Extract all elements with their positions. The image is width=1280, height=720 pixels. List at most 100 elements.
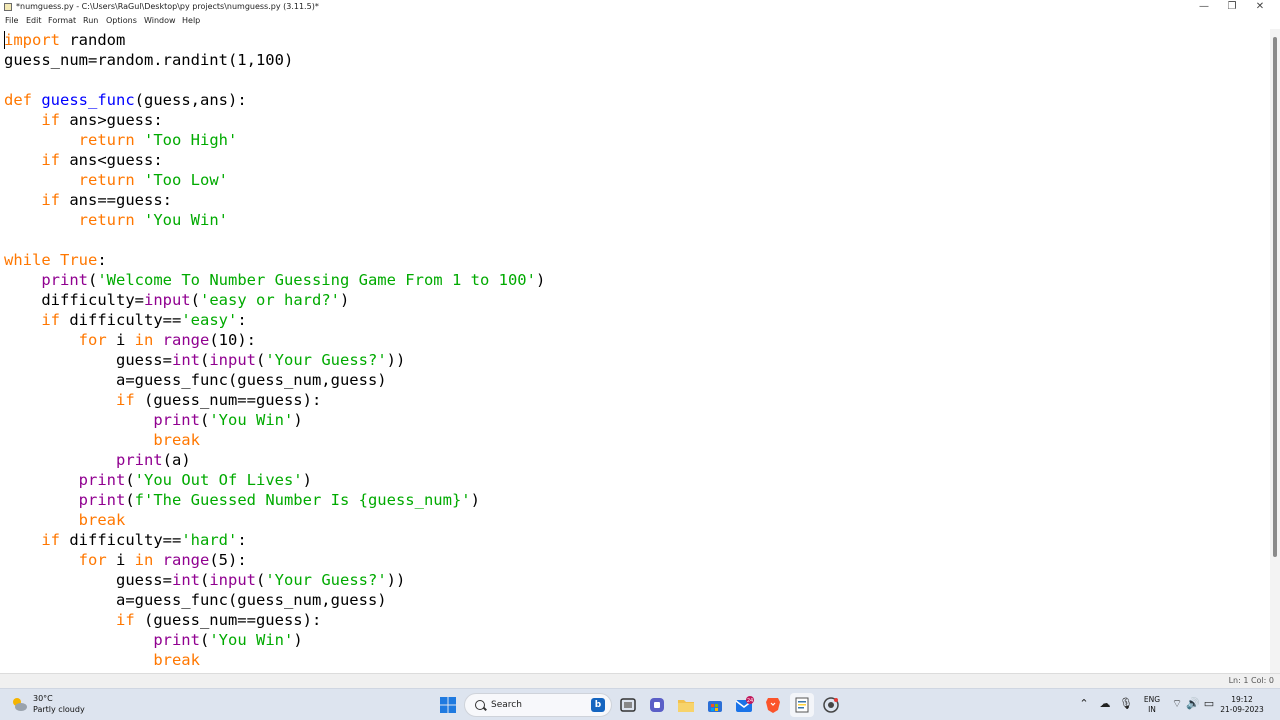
- menu-run[interactable]: Run: [83, 16, 98, 26]
- code-line[interactable]: return 'Too High': [4, 130, 238, 150]
- code-token-plain: (guess,ans):: [134, 91, 247, 109]
- code-line[interactable]: guess_num=random.randint(1,100): [4, 50, 293, 70]
- code-token-string: 'Too Low': [144, 171, 228, 189]
- clock-time[interactable]: 19:12: [1218, 695, 1266, 704]
- code-line[interactable]: return 'You Win': [4, 210, 228, 230]
- code-token-plain: ): [293, 411, 303, 429]
- code-line[interactable]: for i in range(5):: [4, 550, 247, 570]
- partly-cloudy-icon[interactable]: [10, 696, 28, 712]
- task-view-icon[interactable]: [616, 693, 640, 717]
- code-line[interactable]: break: [4, 510, 126, 530]
- mail-icon[interactable]: 24: [732, 693, 756, 717]
- code-token-builtin: print: [153, 411, 200, 429]
- code-line[interactable]: print('You Win'): [4, 410, 303, 430]
- close-button[interactable]: ✕: [1246, 0, 1274, 14]
- code-line[interactable]: if ans>guess:: [4, 110, 162, 130]
- weather-description[interactable]: Partly cloudy: [33, 705, 85, 715]
- store-icon[interactable]: [703, 693, 727, 717]
- code-line[interactable]: guess=int(input('Your Guess?')): [4, 350, 405, 370]
- code-line[interactable]: print(a): [4, 450, 191, 470]
- code-line[interactable]: break: [4, 650, 200, 670]
- code-token-keyword: return: [78, 131, 135, 149]
- clock-date[interactable]: 21-09-2023: [1218, 705, 1266, 714]
- onedrive-icon[interactable]: ☁: [1098, 697, 1112, 711]
- wifi-icon[interactable]: ⌔: [1170, 697, 1184, 711]
- menu-file[interactable]: File: [5, 16, 18, 26]
- code-line[interactable]: print('You Win'): [4, 630, 302, 650]
- speaker-icon[interactable]: 🔊: [1186, 697, 1200, 711]
- code-editor[interactable]: import random guess_num=random.randint(1,…: [0, 29, 1270, 673]
- brave-icon[interactable]: [761, 693, 785, 717]
- code-token-builtin: input: [209, 571, 256, 589]
- code-line[interactable]: if (guess_num==guess):: [4, 390, 321, 410]
- code-token-builtin: int: [171, 351, 200, 369]
- idle-editor-icon[interactable]: [790, 693, 814, 717]
- code-token-plain: (guess_num==guess):: [134, 391, 322, 409]
- taskbar-search[interactable]: Search b: [464, 693, 612, 717]
- code-line[interactable]: print('Welcome To Number Guessing Game F…: [4, 270, 545, 290]
- code-line[interactable]: if difficulty=='hard':: [4, 530, 246, 550]
- code-line[interactable]: print('You Out Of Lives'): [4, 470, 312, 490]
- code-line[interactable]: for i in range(10):: [4, 330, 256, 350]
- file-explorer-icon[interactable]: [674, 693, 698, 717]
- vertical-scrollbar[interactable]: [1270, 29, 1280, 673]
- code-line[interactable]: print(f'The Guessed Number Is {guess_num…: [4, 490, 480, 510]
- microphone-icon[interactable]: 🎙: [1119, 697, 1133, 711]
- code-token-plain: guess_num=random.randint(1,100): [4, 51, 294, 69]
- code-token-keyword: if: [41, 111, 60, 129]
- language-indicator[interactable]: ENG: [1140, 695, 1164, 704]
- start-icon[interactable]: [436, 693, 460, 717]
- code-token-plain: (: [199, 571, 210, 589]
- code-line[interactable]: if (guess_num==guess):: [4, 610, 321, 630]
- menu-edit[interactable]: Edit: [26, 16, 42, 26]
- code-token-keyword: if: [115, 611, 135, 629]
- code-token-builtin: print: [115, 451, 163, 469]
- code-line[interactable]: guess=int(input('Your Guess?')): [4, 570, 405, 590]
- menu-bar: File Edit Format Run Options Window Help: [0, 14, 1280, 28]
- code-line[interactable]: if difficulty=='easy':: [4, 310, 246, 330]
- weather-temperature[interactable]: 30°C: [33, 694, 53, 704]
- code-token-string: 'You Win': [144, 211, 228, 229]
- code-token-string: 'Your Guess?': [265, 351, 387, 369]
- code-token-plain: ans==guess:: [60, 191, 172, 209]
- code-line[interactable]: while True:: [4, 250, 107, 270]
- battery-icon[interactable]: ▭: [1202, 697, 1216, 711]
- title-bar: *numguess.py - C:\Users\RaGul\Desktop\py…: [0, 0, 1280, 14]
- code-token-keyword: break: [153, 651, 200, 669]
- teams-icon[interactable]: [645, 693, 669, 717]
- menu-options[interactable]: Options: [106, 16, 137, 26]
- code-token-plain: (: [256, 571, 266, 589]
- menu-format[interactable]: Format: [48, 16, 76, 26]
- code-token-plain: (a): [162, 451, 191, 469]
- chevron-up-icon[interactable]: ⌃: [1077, 697, 1091, 711]
- code-line[interactable]: return 'Too Low': [4, 170, 228, 190]
- code-line[interactable]: import random: [4, 30, 125, 50]
- code-token-keyword: while: [4, 251, 51, 269]
- scrollbar-thumb[interactable]: [1273, 37, 1277, 557]
- code-token-keyword: break: [78, 511, 126, 529]
- minimize-button[interactable]: —: [1190, 0, 1218, 14]
- code-token-builtin: input: [209, 351, 256, 369]
- code-line[interactable]: break: [4, 430, 200, 450]
- code-line[interactable]: a=guess_func(guess_num,guess): [4, 590, 387, 610]
- chrome-icon[interactable]: [819, 693, 843, 717]
- code-line[interactable]: if ans==guess:: [4, 190, 172, 210]
- code-line[interactable]: if ans<guess:: [4, 150, 162, 170]
- menu-help[interactable]: Help: [182, 16, 200, 26]
- menu-window[interactable]: Window: [144, 16, 176, 26]
- code-line[interactable]: a=guess_func(guess_num,guess): [4, 370, 387, 390]
- code-line[interactable]: difficulty=input('easy or hard?'): [4, 290, 349, 310]
- code-token-plain: difficulty==: [60, 311, 182, 329]
- taskbar: 30°C Partly cloudy Search b 24 ⌃ ☁ 🎙 ENG…: [0, 688, 1280, 720]
- language-region[interactable]: IN: [1140, 705, 1164, 714]
- code-token-string: 'Too High': [144, 131, 238, 149]
- code-line[interactable]: def guess_func(guess,ans):: [4, 90, 247, 110]
- maximize-button[interactable]: ❐: [1218, 0, 1246, 14]
- code-token-string: 'You Win': [209, 631, 294, 649]
- code-token-builtin: range: [162, 331, 210, 349]
